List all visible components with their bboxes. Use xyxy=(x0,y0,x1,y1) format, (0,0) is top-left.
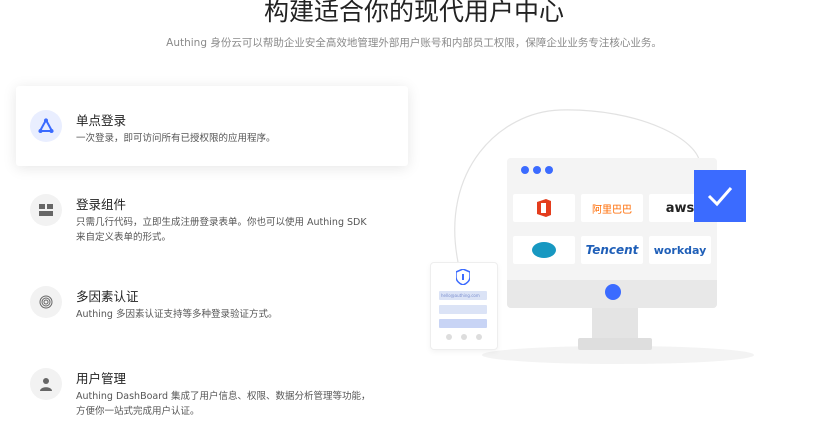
aws-logo-text: aws xyxy=(665,200,695,216)
tencent-logo-text: Tencent xyxy=(585,243,639,257)
shield-icon xyxy=(456,269,470,285)
alibaba-logo: 阿里巴巴 xyxy=(581,194,643,222)
power-button-icon xyxy=(605,284,621,300)
monitor-stand xyxy=(592,308,638,340)
workday-logo-text: workday xyxy=(653,243,707,257)
workday-logo: workday xyxy=(649,236,711,264)
phone-login-illustration: hello@authing.com xyxy=(430,262,498,350)
phone-login-button xyxy=(439,319,487,328)
phone-password-field xyxy=(439,305,487,314)
window-dots xyxy=(521,166,553,174)
checkmark-icon xyxy=(694,170,746,222)
social-login-icons xyxy=(446,334,482,340)
alibaba-logo-text: 阿里巴巴 xyxy=(592,204,632,216)
monitor-illustration: 阿里巴巴 aws Tencent workday xyxy=(507,158,717,308)
salesforce-logo xyxy=(513,236,575,264)
phone-email-field: hello@authing.com xyxy=(439,291,487,300)
office-icon xyxy=(513,194,575,222)
monitor-screen: 阿里巴巴 aws Tencent workday xyxy=(507,158,717,280)
monitor-stand-base xyxy=(578,338,652,350)
tencent-logo: Tencent xyxy=(581,236,643,264)
